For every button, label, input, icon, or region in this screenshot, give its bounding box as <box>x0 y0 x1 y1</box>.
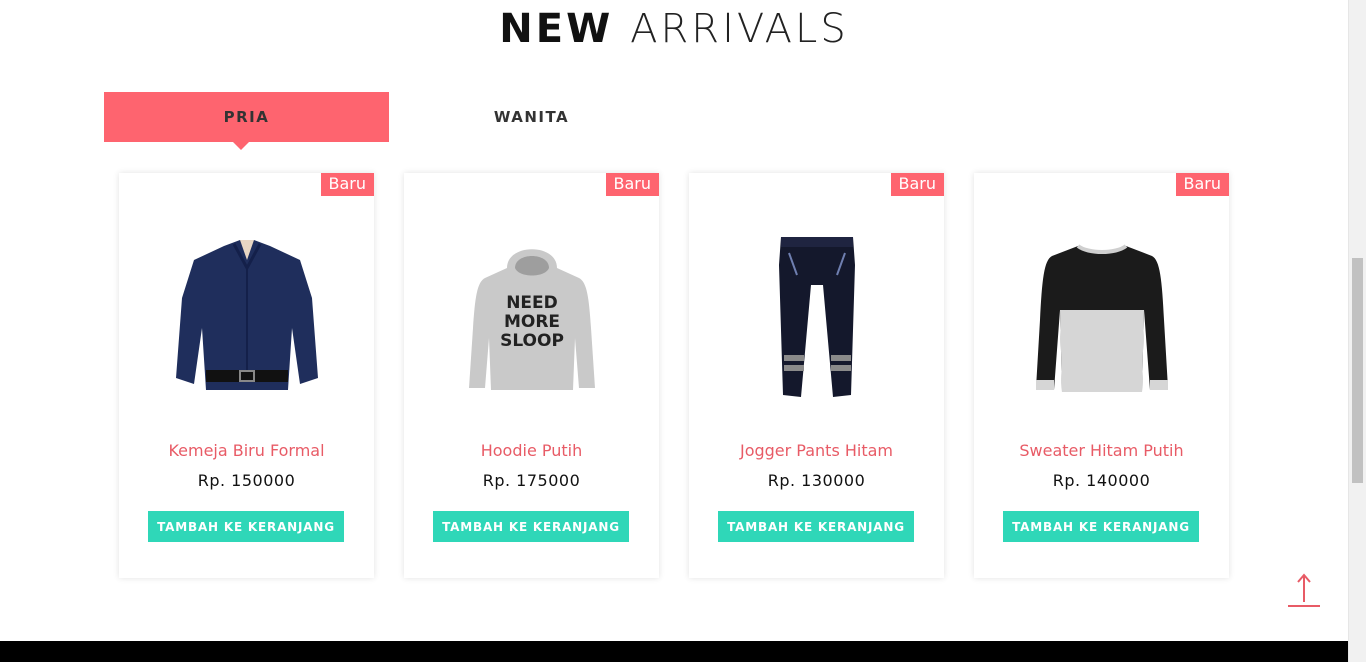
product-name[interactable]: Hoodie Putih <box>404 441 659 460</box>
footer-bar <box>0 641 1348 662</box>
black-white-sweater-image[interactable] <box>974 228 1229 408</box>
sweater-icon <box>1035 244 1168 392</box>
scrollbar-thumb[interactable] <box>1352 258 1363 483</box>
section-title-bold: NEW <box>499 6 614 52</box>
product-grid: Baru Kemeja Biru Formal Rp. 150000 TAMBA… <box>119 173 1229 578</box>
product-price: Rp. 175000 <box>482 471 581 490</box>
new-badge: Baru <box>605 173 659 196</box>
new-badge: Baru <box>320 173 374 196</box>
navy-shirt-image[interactable] <box>119 228 374 408</box>
add-to-cart-button[interactable]: TAMBAH KE KERANJANG <box>718 511 914 542</box>
product-name[interactable]: Jogger Pants Hitam <box>689 441 944 460</box>
shirt-icon <box>175 240 318 390</box>
product-price: Rp. 140000 <box>1052 471 1151 490</box>
black-jogger-image[interactable] <box>689 228 944 408</box>
page: NEW ARRIVALS PRIA WANITA Baru Kemeja Bir… <box>0 0 1366 662</box>
vertical-scrollbar[interactable] <box>1348 0 1366 662</box>
category-tabs: PRIA WANITA <box>104 92 674 150</box>
product-price: Rp. 150000 <box>197 471 296 490</box>
product-name[interactable]: Kemeja Biru Formal <box>119 441 374 460</box>
section-title-light: ARRIVALS <box>630 6 849 52</box>
product-card: Baru NEED MORE SLOOP Hoodie Putih Rp. 17… <box>404 173 659 578</box>
product-card: Baru Sweater Hitam Putih Rp. 140000 TAMB… <box>974 173 1229 578</box>
hoodie-print-line3: SLOOP <box>500 331 564 351</box>
section-title: NEW ARRIVALS <box>0 6 1348 52</box>
product-price: Rp. 130000 <box>767 471 866 490</box>
grey-hoodie-image[interactable]: NEED MORE SLOOP <box>404 228 659 408</box>
back-to-top-button[interactable] <box>1287 572 1321 608</box>
tab-pria[interactable]: PRIA <box>104 92 389 150</box>
product-name[interactable]: Sweater Hitam Putih <box>974 441 1229 460</box>
new-badge: Baru <box>890 173 944 196</box>
hoodie-print-line1: NEED <box>506 293 558 313</box>
add-to-cart-button[interactable]: TAMBAH KE KERANJANG <box>1003 511 1199 542</box>
arrow-up-icon <box>1288 573 1320 607</box>
pants-icon <box>778 237 855 397</box>
hoodie-print-line2: MORE <box>503 312 559 332</box>
add-to-cart-button[interactable]: TAMBAH KE KERANJANG <box>148 511 344 542</box>
tab-wanita[interactable]: WANITA <box>389 92 674 142</box>
product-card: Baru Kemeja Biru Formal Rp. 150000 TAMBA… <box>119 173 374 578</box>
hoodie-icon: NEED MORE SLOOP <box>468 249 595 390</box>
new-badge: Baru <box>1175 173 1229 196</box>
add-to-cart-button[interactable]: TAMBAH KE KERANJANG <box>433 511 629 542</box>
product-card: Baru Jogger Pants Hitam Rp. 130000 TAMBA… <box>689 173 944 578</box>
